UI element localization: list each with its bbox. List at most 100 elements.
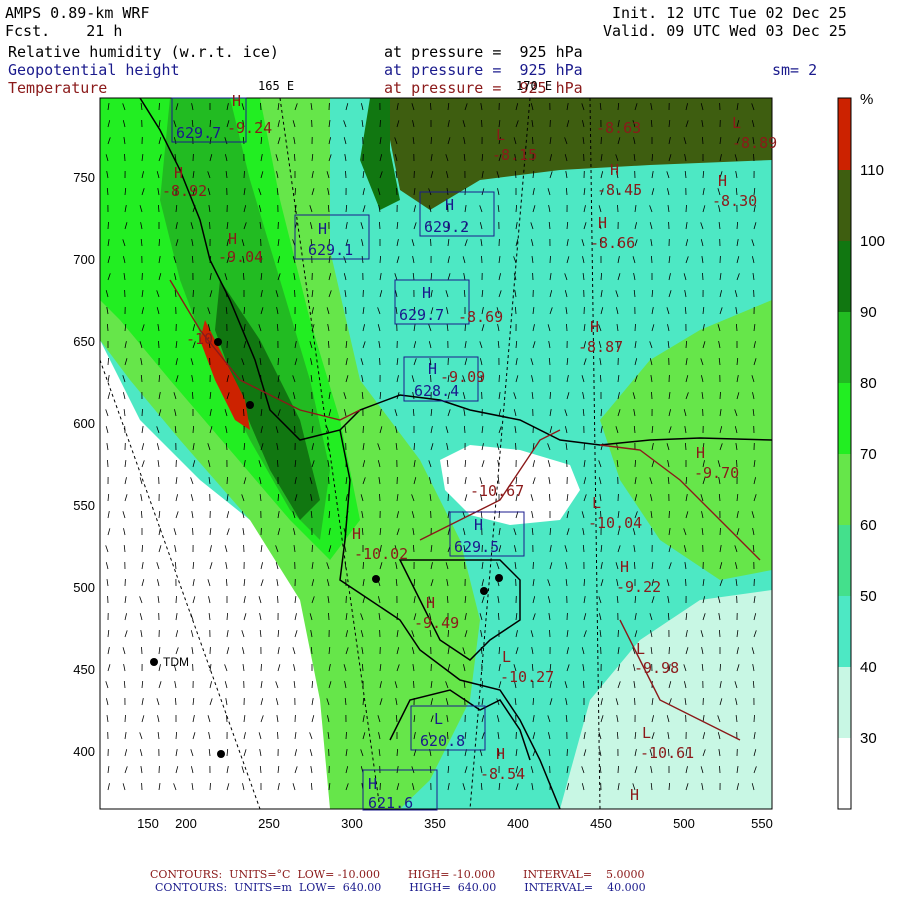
temp-value: -10	[186, 330, 213, 348]
temp-value: -10.67	[470, 482, 524, 500]
y-tick-label: 600	[73, 416, 95, 431]
wind-barb	[566, 323, 568, 332]
height-high-marker: H	[445, 196, 454, 214]
wind-barb	[651, 391, 653, 400]
wind-barb	[668, 646, 670, 655]
wind-barb	[549, 629, 551, 638]
wind-barb	[413, 680, 415, 689]
height-high-marker: H	[368, 775, 377, 793]
height-high-marker: H	[422, 284, 431, 302]
wind-barb	[685, 578, 687, 587]
wind-barb	[328, 476, 330, 485]
height-low-marker: L	[434, 710, 443, 728]
wind-barb	[481, 119, 483, 128]
colorbar-label: 80	[860, 375, 877, 392]
wind-barb	[515, 442, 517, 451]
station-dot	[480, 587, 488, 595]
temp-high-marker: H	[696, 444, 705, 462]
station-dot	[214, 338, 222, 346]
wind-barb	[260, 102, 262, 111]
colorbar-label: 70	[860, 446, 877, 463]
wind-barb	[464, 561, 466, 570]
station-dot	[495, 574, 503, 582]
colorbar-label: 40	[860, 659, 877, 676]
temp-low-marker: L	[732, 114, 741, 132]
wind-barb	[532, 561, 534, 570]
wind-barb	[362, 425, 364, 434]
temp-value: -8.30	[712, 192, 757, 210]
temp-value: -8.66	[590, 234, 635, 252]
wind-barb	[719, 391, 721, 400]
temp-value: -8.15	[492, 146, 537, 164]
x-tick-label: 250	[258, 816, 280, 831]
temp-value: -8.45	[597, 181, 642, 199]
colorbar-swatch	[838, 454, 851, 525]
wind-barb	[617, 765, 619, 774]
wind-barb	[328, 612, 330, 621]
y-tick-label: 700	[73, 252, 95, 267]
wind-barb	[379, 493, 381, 502]
wind-barb	[243, 170, 245, 179]
colorbar-label: 100	[860, 233, 885, 250]
colorbar-swatch	[838, 170, 851, 241]
wind-barb	[566, 748, 568, 757]
height-high-marker: H	[474, 516, 483, 534]
wind-barb	[702, 272, 704, 281]
wind-barb	[481, 255, 483, 264]
footer-height-contours: CONTOURS: UNITS=m LOW= 640.00 HIGH= 640.…	[155, 881, 646, 894]
wind-barb	[243, 408, 245, 417]
x-tick-label: 150	[137, 816, 159, 831]
wind-barb	[481, 680, 483, 689]
x-axis: 150 200 250 300 350 400 450 500 550	[137, 816, 773, 831]
colorbar-swatch	[838, 98, 851, 170]
wind-barb	[617, 204, 619, 213]
wind-barb	[141, 408, 143, 417]
wind-barb	[430, 238, 432, 247]
colorbar-swatch	[838, 738, 851, 809]
colorbar-label: 50	[860, 588, 877, 605]
x-tick-label: 200	[175, 816, 197, 831]
wind-barb	[532, 136, 534, 145]
wind-barb	[277, 731, 279, 740]
temp-value: -9.04	[218, 248, 263, 266]
temp-value: -8.63	[596, 119, 641, 137]
wind-barb	[753, 714, 755, 723]
wind-barb	[158, 340, 160, 349]
temp-value: -9.70	[694, 464, 739, 482]
colorbar-swatch	[838, 312, 851, 383]
height-value: 629.2	[424, 218, 469, 236]
wind-barb	[668, 510, 670, 519]
colorbar-unit: %	[860, 91, 873, 108]
temp-high-marker: H	[174, 164, 183, 182]
temp-value: -8.69	[458, 308, 503, 326]
temp-value: -9.22	[616, 578, 661, 596]
wind-barb	[107, 459, 109, 468]
temp-value: -10.04	[588, 514, 642, 532]
x-tick-label: 300	[341, 816, 363, 831]
y-tick-label: 750	[73, 170, 95, 185]
colorbar-swatch	[838, 525, 851, 596]
temp-value: -10.27	[500, 668, 554, 686]
wind-barb	[634, 697, 636, 706]
colorbar-swatch	[838, 596, 851, 667]
y-axis: 750 700 650 600 550 500 450 400	[73, 170, 95, 759]
colorbar-swatch	[838, 667, 851, 738]
temp-value: -8.89	[732, 134, 777, 152]
height-value: 629.5	[454, 538, 499, 556]
x-tick-label: 550	[751, 816, 773, 831]
temp-high-marker: H	[232, 92, 241, 110]
temp-high-marker: H	[426, 594, 435, 612]
wind-barb	[209, 782, 211, 791]
temp-high-marker: H	[718, 172, 727, 190]
wind-barb	[447, 493, 449, 502]
temp-value: -8.92	[162, 182, 207, 200]
x-tick-label: 350	[424, 816, 446, 831]
height-value: 629.1	[308, 241, 353, 259]
meridian-label-165e: 165 E	[258, 79, 294, 93]
wind-barb	[719, 527, 721, 536]
colorbar-label: 110	[860, 162, 884, 179]
colorbar-label: 90	[860, 304, 877, 321]
colorbar-label: 30	[860, 730, 877, 747]
wind-barb	[141, 646, 143, 655]
temp-low-marker: L	[636, 640, 645, 658]
